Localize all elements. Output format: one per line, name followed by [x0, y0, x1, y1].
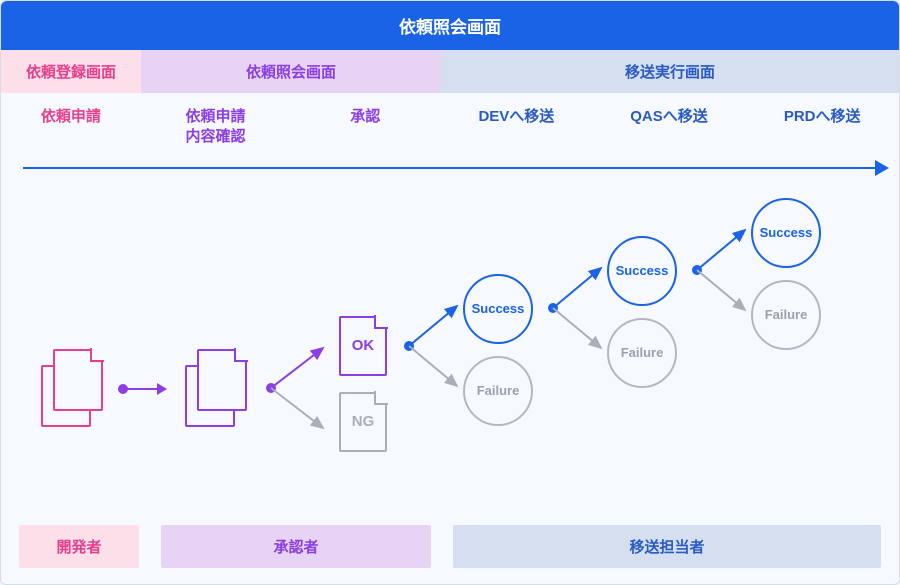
qas-failure-circle: Failure	[607, 318, 677, 388]
timeline-arrow	[23, 162, 889, 174]
prd-failure-label: Failure	[765, 307, 808, 322]
role-row: 開発者 承認者 移送担当者	[1, 525, 899, 568]
dev-failure-label: Failure	[477, 383, 520, 398]
step-label-row: 依頼申請 依頼申請 内容確認 承認 DEVへ移送 QASへ移送 PRDへ移送	[1, 93, 899, 158]
screen-register: 依頼登録画面	[1, 50, 141, 93]
screen-inquiry: 依頼照会画面	[141, 50, 441, 93]
step-transfer-qas: QASへ移送	[593, 107, 746, 148]
step-confirm: 依頼申請 内容確認	[141, 107, 291, 148]
title-bar: 依頼照会画面	[1, 1, 899, 50]
prd-failure-circle: Failure	[751, 280, 821, 350]
step-request: 依頼申請	[1, 107, 141, 148]
prd-success-circle: Success	[751, 198, 821, 268]
dev-success-circle: Success	[463, 274, 533, 344]
approval-ok-label: OK	[352, 337, 375, 354]
request-doc-icon	[41, 349, 103, 427]
approval-ng-doc: NG	[339, 392, 387, 452]
approval-ng-label: NG	[352, 413, 375, 430]
approval-ok-doc: OK	[339, 316, 387, 376]
step-transfer-prd: PRDへ移送	[745, 107, 899, 148]
confirm-doc-icon	[185, 349, 247, 427]
arrow-request-to-confirm	[123, 388, 165, 390]
flow-diagram: OK NG Success Failure	[1, 174, 899, 474]
page-title: 依頼照会画面	[399, 18, 501, 37]
role-approver: 承認者	[161, 525, 431, 568]
screen-transfer: 移送実行画面	[441, 50, 899, 93]
role-operator: 移送担当者	[453, 525, 881, 568]
step-transfer-dev: DEVへ移送	[440, 107, 593, 148]
qas-success-label: Success	[616, 263, 669, 278]
qas-success-circle: Success	[607, 236, 677, 306]
step-approve: 承認	[290, 107, 440, 148]
role-developer: 開発者	[19, 525, 139, 568]
screen-group-row: 依頼登録画面 依頼照会画面 移送実行画面	[1, 50, 899, 93]
qas-failure-label: Failure	[621, 345, 664, 360]
prd-success-label: Success	[760, 225, 813, 240]
dev-success-label: Success	[472, 301, 525, 316]
dev-failure-circle: Failure	[463, 356, 533, 426]
